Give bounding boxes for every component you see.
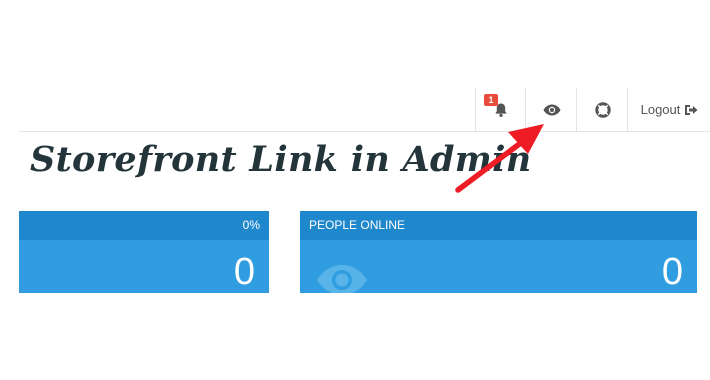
notification-count-badge: 1 [484, 94, 498, 106]
stat-tile-percent: 0% 0 [19, 211, 269, 293]
page: 1 Logout Storefront Link in Admin 0% 0 P… [0, 0, 710, 380]
lifebuoy-icon [594, 101, 611, 118]
help-button[interactable] [576, 88, 628, 131]
logout-label: Logout [640, 102, 681, 117]
eye-icon [317, 265, 367, 293]
admin-header: 1 Logout [19, 88, 710, 132]
tile-value: 0 [233, 251, 255, 293]
tile-title: 0% [19, 211, 269, 240]
logout-button[interactable]: Logout [627, 88, 710, 131]
pointer-arrow [455, 124, 544, 193]
stat-tile-people-online: PEOPLE ONLINE 0 [300, 211, 697, 293]
eye-icon [543, 104, 560, 115]
tile-title: PEOPLE ONLINE [300, 211, 697, 240]
sign-out-icon [685, 104, 698, 115]
tile-value: 0 [661, 251, 683, 293]
